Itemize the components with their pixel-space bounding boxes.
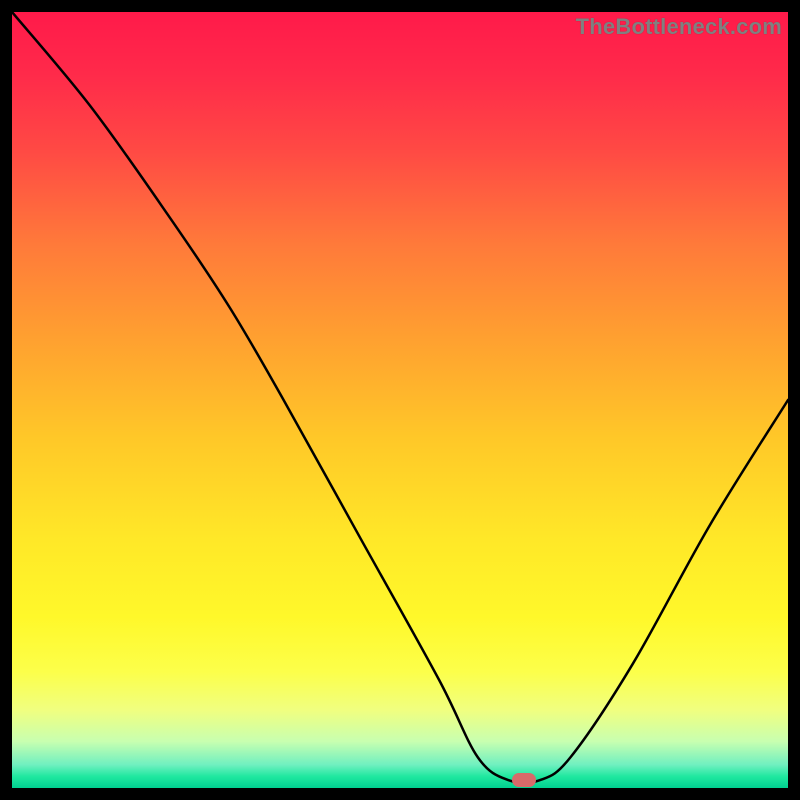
bottleneck-curve bbox=[12, 12, 788, 788]
optimum-marker bbox=[512, 773, 536, 787]
chart-frame: TheBottleneck.com bbox=[12, 12, 788, 788]
plot-area: TheBottleneck.com bbox=[12, 12, 788, 788]
watermark-label: TheBottleneck.com bbox=[576, 14, 782, 40]
